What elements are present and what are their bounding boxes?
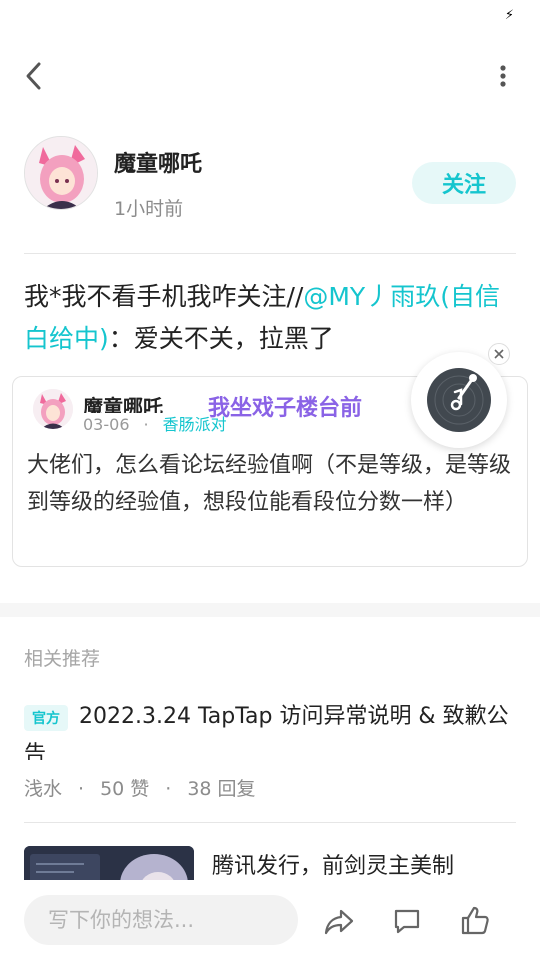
bottom-action-bar: 写下你的想法...	[0, 880, 540, 960]
top-bar	[0, 50, 540, 102]
divider	[24, 822, 516, 823]
more-vertical-icon	[500, 65, 506, 87]
section-separator	[0, 603, 540, 617]
status-bar: ⚡	[0, 0, 540, 36]
related-post-likes: 50 赞	[100, 778, 150, 800]
related-post-item[interactable]: 2022.3.24 TapTap 访问异常说明 & 致歉公告 官方 浅水 · 50 …	[24, 700, 516, 808]
post-text-prefix: 我*我不看手机我咋关注//	[24, 282, 304, 311]
post-time: 1小时前	[114, 198, 184, 220]
quoted-post-meta: 03-06 · 香肠派对	[83, 415, 227, 433]
quoted-post-date: 03-06	[83, 415, 130, 433]
quoted-post-text: 大佬们，怎么看论坛经验值啊（不是等级，是等级到等级的经验值，想段位能看段位分数一…	[27, 453, 512, 515]
related-post-title[interactable]: 2022.3.24 TapTap 访问异常说明 & 致歉公告	[24, 698, 516, 760]
share-icon	[324, 909, 354, 935]
back-button[interactable]	[14, 54, 54, 98]
floating-music-title[interactable]: 我坐戏子楼台前	[208, 390, 362, 422]
like-button[interactable]	[456, 902, 494, 940]
official-badge: 官方	[24, 705, 68, 731]
charging-icon: ⚡	[504, 8, 514, 23]
avatar-image	[33, 389, 73, 429]
divider	[24, 253, 516, 254]
close-player-button[interactable]	[488, 343, 510, 365]
author-avatar[interactable]	[24, 136, 98, 210]
more-button[interactable]	[488, 54, 518, 98]
quoted-author-avatar	[33, 389, 73, 429]
vinyl-record-icon	[427, 368, 491, 432]
comment-input[interactable]: 写下你的想法...	[24, 895, 298, 945]
author-name[interactable]: 魔童哪吒	[114, 146, 202, 178]
share-button[interactable]	[320, 902, 358, 940]
music-player-widget[interactable]	[411, 352, 507, 448]
follow-button[interactable]: 关注	[412, 162, 516, 204]
post-content: 我*我不看手机我咋关注//@MY丿雨玖(自信白给中)：爱关不关，拉黑了	[24, 276, 516, 360]
thumbs-up-icon	[461, 906, 489, 935]
close-icon	[494, 349, 504, 359]
comment-icon	[394, 909, 420, 934]
related-post-replies: 38 回复	[187, 778, 256, 800]
post-text-suffix: ：爱关不关，拉黑了	[108, 324, 334, 353]
comment-button[interactable]	[388, 902, 426, 940]
related-post-meta: 浅水 · 50 赞 · 38 回复	[24, 774, 256, 801]
related-section-title: 相关推荐	[24, 648, 101, 670]
separator-dot: ·	[143, 415, 149, 433]
separator-dot: ·	[78, 778, 85, 800]
chevron-left-icon	[26, 62, 41, 90]
author-header: 魔童哪吒 1小时前 关注	[24, 136, 516, 220]
related-post-title[interactable]: 腾讯发行，前剑灵主美制	[212, 848, 454, 880]
separator-dot: ·	[165, 778, 172, 800]
quoted-author-name: 魔童哪吒	[83, 395, 163, 413]
related-post-author[interactable]: 浅水	[24, 778, 62, 800]
avatar-image	[25, 137, 97, 209]
